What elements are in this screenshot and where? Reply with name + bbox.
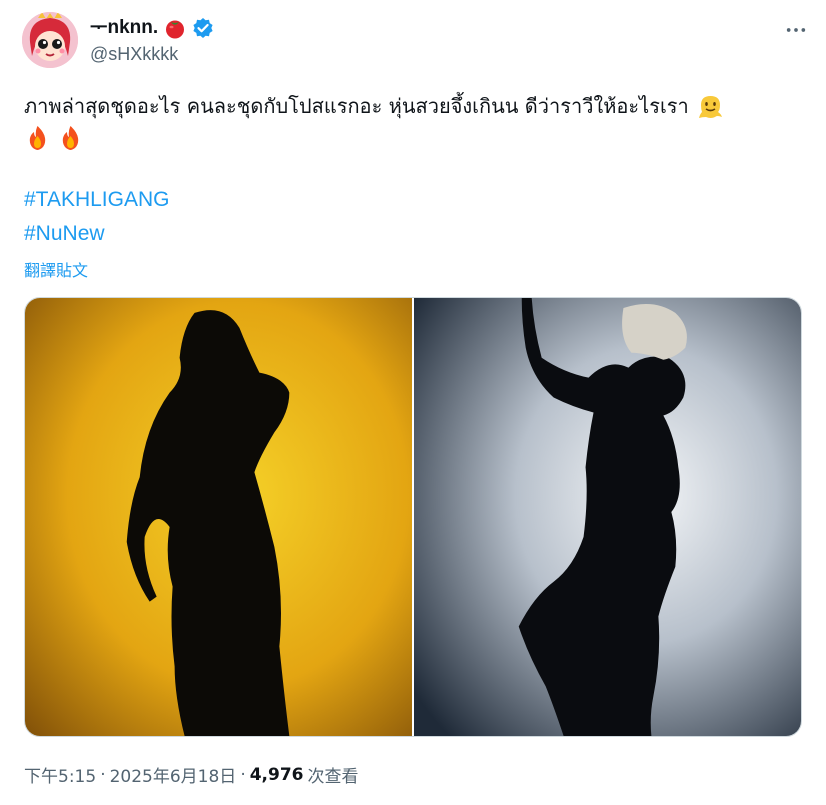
author-display-name[interactable]: ᅮnknn. [90, 16, 158, 40]
fire-icon [24, 124, 51, 151]
cartoon-girl-avatar-icon [22, 12, 78, 68]
media-grid [24, 297, 802, 737]
hashtag-nunew[interactable]: #NuNew [24, 222, 105, 246]
tweet-card: ᅮnknn. @sHXkkkk ภาพล่าสุดชุดอะไร คนละชุด… [0, 0, 826, 805]
silhouette-yellow-image [25, 298, 412, 736]
tweet-meta: 下午5:15 · 2025年6月18日 · 4,976 次查看 [24, 762, 359, 788]
verified-badge-icon[interactable] [192, 17, 214, 39]
avatar[interactable] [22, 12, 78, 68]
tweet-date[interactable]: 2025年6月18日 [110, 762, 237, 787]
hashtag-takhligang[interactable]: #TAKHLIGANG [24, 188, 169, 212]
views-count: 4,976 [249, 764, 304, 785]
meta-separator: · [100, 764, 106, 785]
photo-silhouette-grey[interactable] [414, 298, 801, 736]
emoji-row [24, 124, 84, 151]
melting-face-icon [697, 93, 724, 120]
tweet-text: ภาพล่าสุดชุดอะไร คนละชุดกับโปสแรกอะ หุ่น… [24, 94, 689, 118]
tweet-text-line: ภาพล่าสุดชุดอะไร คนละชุดกับโปสแรกอะ หุ่น… [24, 90, 724, 122]
silhouette-grey-image [414, 298, 801, 736]
meta-separator: · [240, 764, 246, 785]
translate-post-link[interactable]: 翻譯貼文 [24, 257, 88, 281]
more-options-button[interactable] [784, 18, 808, 42]
fire-icon [57, 124, 84, 151]
author-name-row[interactable]: ᅮnknn. [90, 16, 214, 40]
more-dots-icon [786, 28, 806, 32]
photo-silhouette-yellow[interactable] [25, 298, 412, 736]
author-handle[interactable]: @sHXkkkk [90, 44, 178, 65]
views-label: 次查看 [307, 767, 359, 787]
tomato-icon [164, 17, 186, 39]
tweet-time[interactable]: 下午5:15 [24, 762, 96, 787]
